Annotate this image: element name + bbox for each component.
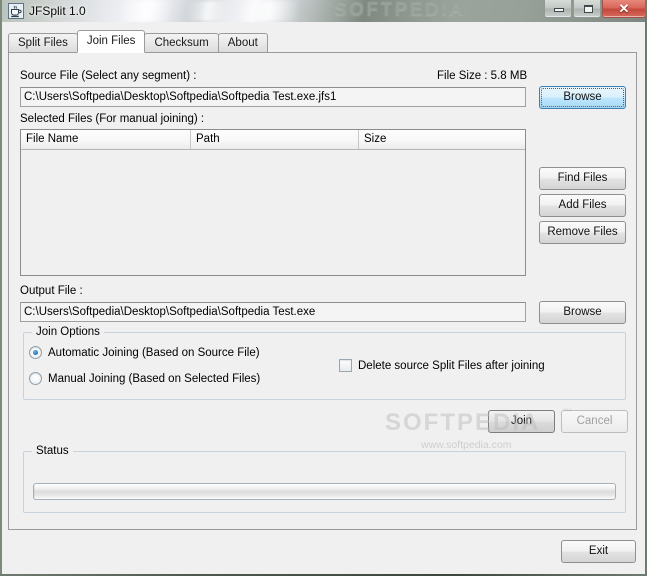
- selected-files-label: Selected Files (For manual joining) :: [20, 113, 205, 125]
- status-group: Status: [23, 444, 626, 513]
- find-files-label: Find Files: [557, 172, 608, 184]
- application-window: SOFTPEDIA JFSplit 1.0 ✕ Split Files Join…: [0, 0, 647, 576]
- minimize-icon: [554, 8, 564, 12]
- find-files-button[interactable]: Find Files: [539, 167, 626, 190]
- maximize-icon: [584, 5, 593, 13]
- radio-automatic-joining[interactable]: Automatic Joining (Based on Source File): [29, 346, 260, 359]
- output-file-browse-label: Browse: [563, 306, 602, 318]
- window-titlebar[interactable]: SOFTPEDIA JFSplit 1.0 ✕: [2, 0, 645, 22]
- radio-manual-joining[interactable]: Manual Joining (Based on Selected Files): [29, 372, 260, 385]
- join-button-label: Join: [510, 415, 533, 427]
- radio-manual-joining-label: Manual Joining (Based on Selected Files): [48, 372, 261, 385]
- minimize-button[interactable]: [544, 0, 572, 18]
- output-file-browse-button[interactable]: Browse: [539, 301, 626, 324]
- window-controls: ✕: [543, 0, 645, 20]
- softpedia-url-watermark: www.softpedia.com: [421, 439, 512, 451]
- add-files-button[interactable]: Add Files: [539, 194, 626, 217]
- add-files-label: Add Files: [558, 199, 607, 211]
- exit-button-label: Exit: [588, 545, 609, 557]
- radio-automatic-joining-label: Automatic Joining (Based on Source File): [48, 346, 260, 359]
- column-header-file-name[interactable]: File Name: [21, 130, 191, 149]
- source-file-browse-button[interactable]: Browse: [539, 86, 626, 109]
- client-area: Split Files Join Files Checksum About So…: [2, 22, 645, 574]
- selected-files-table[interactable]: File Name Path Size: [20, 129, 526, 276]
- close-icon: ✕: [618, 1, 630, 16]
- join-button[interactable]: Join: [488, 410, 555, 433]
- tab-about[interactable]: About: [217, 33, 268, 53]
- close-button[interactable]: ✕: [602, 0, 645, 18]
- remove-files-button[interactable]: Remove Files: [539, 221, 626, 244]
- java-coffee-cup-icon: [8, 3, 24, 19]
- join-options-title: Join Options: [32, 325, 104, 339]
- checkbox-delete-source-split-files[interactable]: Delete source Split Files after joining: [339, 359, 545, 372]
- cancel-button-label: Cancel: [576, 415, 613, 427]
- column-header-path[interactable]: Path: [191, 130, 359, 149]
- tab-checksum[interactable]: Checksum: [144, 33, 219, 53]
- radio-automatic-joining-indicator: [29, 346, 42, 359]
- join-files-panel: Source File (Select any segment) : File …: [8, 52, 637, 530]
- radio-manual-joining-indicator: [29, 372, 42, 385]
- maximize-button[interactable]: [573, 0, 601, 18]
- source-file-input[interactable]: C:\Users\Softpedia\Desktop\Softpedia\Sof…: [20, 87, 526, 107]
- titlebar-brand-watermark: SOFTPEDIA: [334, 0, 466, 20]
- column-header-size[interactable]: Size: [359, 130, 525, 149]
- window-title: JFSplit 1.0: [29, 4, 86, 18]
- table-body-empty: [21, 150, 525, 275]
- output-file-input[interactable]: C:\Users\Softpedia\Desktop\Softpedia\Sof…: [20, 302, 526, 322]
- tab-join-files[interactable]: Join Files: [76, 30, 146, 53]
- tab-strip: Split Files Join Files Checksum About: [8, 30, 268, 53]
- table-header-row: File Name Path Size: [21, 130, 525, 150]
- remove-files-label: Remove Files: [547, 226, 618, 238]
- exit-button[interactable]: Exit: [561, 540, 636, 563]
- output-file-label: Output File :: [20, 285, 83, 297]
- file-size-label: File Size : 5.8 MB: [437, 70, 528, 82]
- source-file-label: Source File (Select any segment) :: [20, 70, 197, 82]
- status-progress-bar: [33, 483, 616, 500]
- checkbox-delete-source-label: Delete source Split Files after joining: [358, 359, 545, 372]
- tab-split-files[interactable]: Split Files: [8, 33, 78, 53]
- cancel-button: Cancel: [561, 410, 628, 433]
- status-title: Status: [32, 444, 73, 458]
- checkbox-delete-source-indicator: [339, 359, 352, 372]
